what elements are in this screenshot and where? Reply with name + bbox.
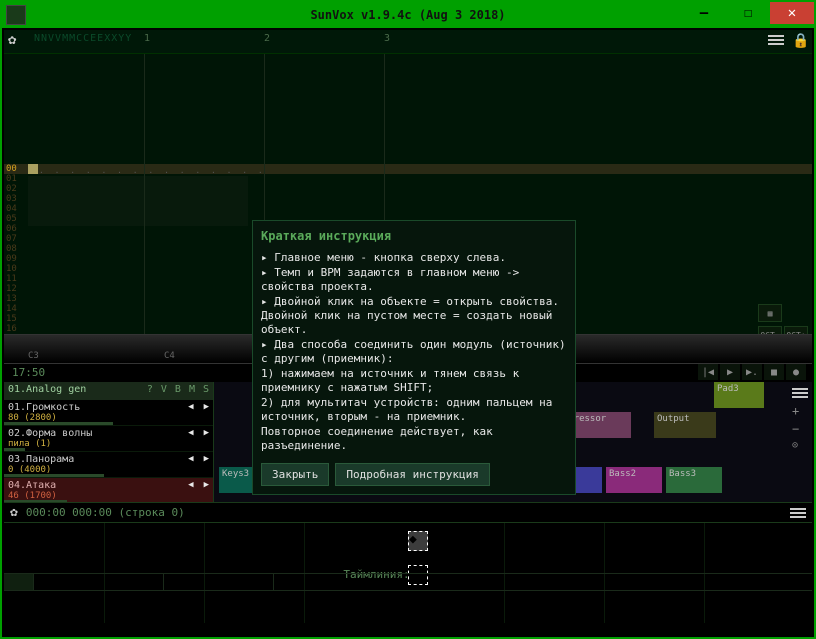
lock-icon[interactable]: 🔒 — [792, 33, 806, 47]
menu-icon[interactable] — [768, 33, 784, 47]
mod-menu-icon[interactable] — [792, 386, 808, 400]
oct-up-button[interactable]: OCT+ — [784, 326, 808, 334]
row-num: 00 — [4, 164, 26, 174]
param-dec-icon[interactable]: ◀ — [188, 428, 193, 438]
help-dialog: Краткая инструкция ▸ Главное меню - кноп… — [252, 220, 576, 495]
rec-button[interactable]: ● — [786, 364, 806, 380]
hdr-m[interactable]: M — [189, 384, 195, 398]
param-row[interactable]: 02.Форма волныпила (1)◀▶ — [4, 426, 213, 452]
main-menu-icon[interactable]: ✿ — [8, 32, 26, 50]
oct-down-button[interactable]: OCT- — [758, 326, 782, 334]
param-dec-icon[interactable]: ◀ — [188, 454, 193, 464]
play-marker[interactable]: ◆ — [408, 531, 428, 551]
app-window: SunVox v1.9.4c (Aug 3 2018) — ☐ ✕ ✿ NNVV… — [0, 0, 816, 639]
content-area: ✿ NNVVMMCCEEXXYY 1 2 3 🔒 . . . . . . . .… — [4, 30, 812, 635]
col-num-3: 3 — [384, 33, 390, 44]
param-dec-icon[interactable]: ◀ — [188, 402, 193, 412]
tl-menu-icon[interactable] — [790, 506, 806, 520]
param-inc-icon[interactable]: ▶ — [204, 402, 209, 412]
timeline-section: ✿ 000:00 000:00 (строка 0) ◆ Таймлиния: … — [4, 502, 812, 632]
synth-controls: 01.Analog gen ? V B M S 01.Громкость80 (… — [4, 382, 214, 502]
time-display: 17:50 — [12, 366, 45, 379]
module-box[interactable]: Output — [654, 412, 716, 438]
hdr-b[interactable]: B — [175, 384, 181, 398]
zoom-in-icon[interactable]: + — [792, 404, 808, 418]
dialog-close-button[interactable]: Закрыть — [261, 463, 329, 486]
dialog-more-button[interactable]: Подробная инструкция — [335, 463, 489, 486]
maximize-button[interactable]: ☐ — [726, 2, 770, 24]
column-headers: NNVVMMCCEEXXYY — [34, 33, 132, 44]
play-button[interactable]: ▶ — [720, 364, 740, 380]
close-button[interactable]: ✕ — [770, 2, 814, 24]
center-icon[interactable]: ⊙ — [792, 440, 808, 451]
dialog-title: Краткая инструкция — [261, 229, 567, 243]
tl-corner-icon[interactable]: ✿ — [10, 505, 18, 520]
timeline-grid[interactable] — [4, 573, 812, 591]
module-box[interactable]: Pad3 — [714, 382, 764, 408]
module-box[interactable]: Bass3 — [666, 467, 722, 493]
hdr-help[interactable]: ? — [147, 384, 153, 398]
synth-name: 01.Analog gen — [8, 384, 86, 398]
rewind-button[interactable]: |◀ — [698, 364, 718, 380]
qr-button[interactable]: ▦ — [758, 304, 782, 322]
octave-label: C3 — [28, 351, 39, 361]
play2-button[interactable]: ▶. — [742, 364, 762, 380]
window-title: SunVox v1.9.4c (Aug 3 2018) — [310, 8, 505, 22]
col-num-1: 1 — [144, 33, 150, 44]
stop-button[interactable]: ■ — [764, 364, 784, 380]
param-dec-icon[interactable]: ◀ — [188, 480, 193, 490]
param-row[interactable]: 03.Панорама0 (4000)◀▶ — [4, 452, 213, 478]
col-num-2: 2 — [264, 33, 270, 44]
hdr-s[interactable]: S — [203, 384, 209, 398]
row-numbers: 00 01 02 03 04 05 06 07 08 09 10 11 12 1… — [4, 164, 26, 334]
hdr-v[interactable]: V — [161, 384, 167, 398]
module-box[interactable]: Bass2 — [606, 467, 662, 493]
param-inc-icon[interactable]: ▶ — [204, 454, 209, 464]
param-inc-icon[interactable]: ▶ — [204, 480, 209, 490]
synth-header: 01.Analog gen ? V B M S — [4, 382, 213, 400]
param-row[interactable]: 04.Атака46 (1700)◀▶ — [4, 478, 213, 504]
minimize-button[interactable]: — — [682, 2, 726, 24]
timeline-header: ✿ 000:00 000:00 (строка 0) — [4, 503, 812, 523]
param-row[interactable]: 01.Громкость80 (2800)◀▶ — [4, 400, 213, 426]
zoom-out-icon[interactable]: − — [792, 422, 808, 436]
timeline-position: 000:00 000:00 (строка 0) — [26, 506, 185, 519]
titlebar[interactable]: SunVox v1.9.4c (Aug 3 2018) — ☐ ✕ — [2, 2, 814, 28]
dialog-body: ▸ Главное меню - кнопка сверху слева. ▸ … — [261, 251, 567, 453]
octave-label: C4 — [164, 351, 175, 361]
tracker-header: ✿ NNVVMMCCEEXXYY 1 2 3 🔒 — [4, 30, 812, 54]
param-inc-icon[interactable]: ▶ — [204, 428, 209, 438]
app-icon — [6, 5, 26, 25]
